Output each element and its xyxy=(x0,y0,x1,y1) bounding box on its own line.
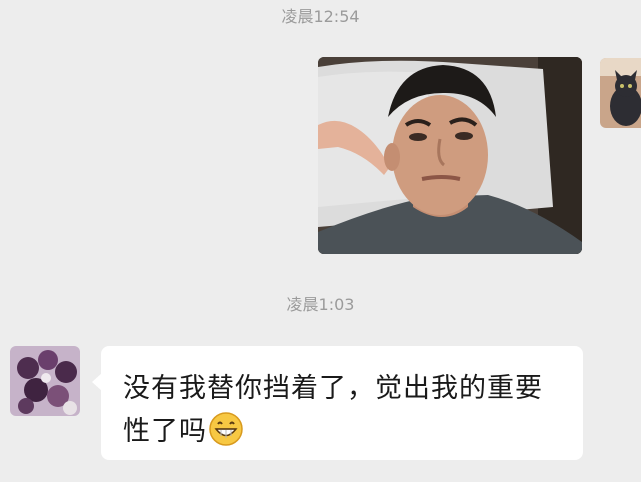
message-text: 没有我替你挡着了，觉出我的重要性了吗 xyxy=(123,373,543,447)
image-message[interactable] xyxy=(318,57,582,254)
grinning-face-icon xyxy=(209,412,243,446)
avatar-self[interactable] xyxy=(600,58,641,128)
cat-avatar-icon xyxy=(600,58,641,128)
incoming-message-bubble[interactable]: 没有我替你挡着了，觉出我的重要性了吗 xyxy=(92,346,583,460)
timestamp: 凌晨12:54 xyxy=(281,7,360,26)
timestamp: 凌晨1:03 xyxy=(286,295,355,314)
flower-avatar-icon xyxy=(10,346,80,416)
avatar-contact[interactable] xyxy=(10,346,80,416)
selfie-photo xyxy=(318,57,582,254)
